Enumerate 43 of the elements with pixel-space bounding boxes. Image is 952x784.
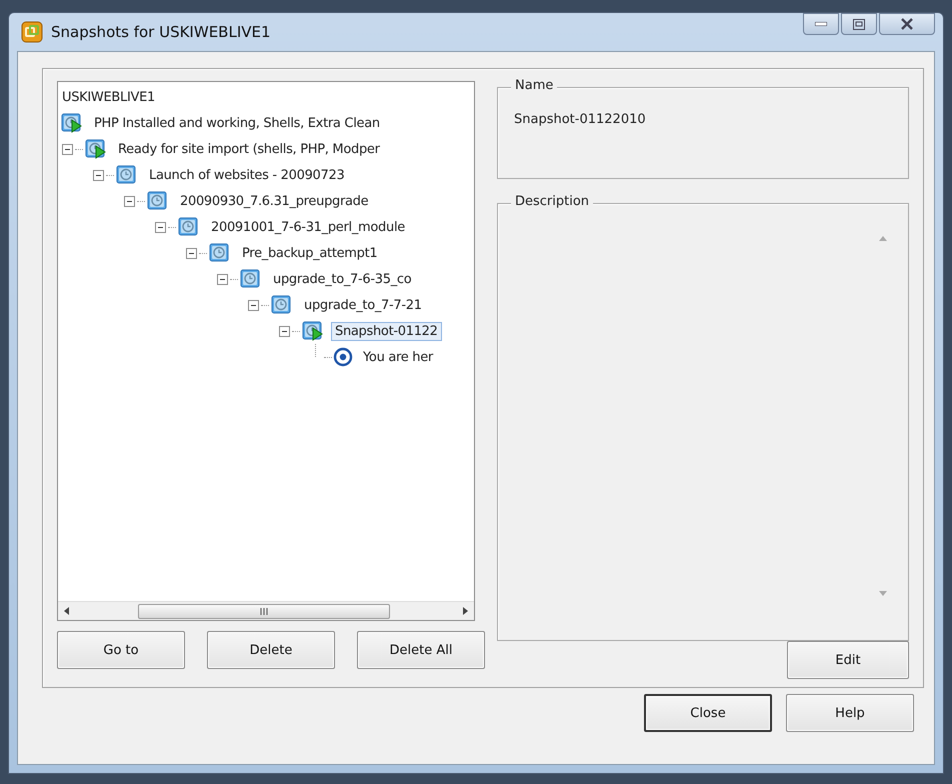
grip-icon [260, 608, 268, 614]
minimize-icon [815, 22, 827, 26]
snapshot-name-value: Snapshot-01122010 [514, 111, 647, 127]
tree-item[interactable]: Pre_backup_attempt1 [238, 244, 382, 262]
snapshot-play-icon [60, 111, 84, 135]
app-icon [21, 21, 43, 43]
collapse-icon[interactable] [124, 196, 135, 206]
collapse-icon[interactable] [155, 222, 166, 232]
collapse-icon[interactable] [279, 326, 290, 336]
tree-item[interactable]: 20090930_7.6.31_preupgrade [176, 192, 372, 210]
tree-item[interactable]: You are her [359, 348, 437, 366]
help-button[interactable]: Help [786, 694, 914, 732]
collapse-icon[interactable] [217, 274, 228, 284]
tree-item[interactable]: Snapshot-01122 [331, 322, 442, 340]
tree-item[interactable]: upgrade_to_7-6-35_co [269, 270, 416, 288]
scrollbar-thumb[interactable] [138, 604, 390, 618]
group-label: Description [511, 194, 594, 209]
collapse-icon[interactable] [62, 144, 73, 154]
window-title: Snapshots for USKIWEBLIVE1 [51, 23, 272, 41]
tree-item[interactable]: 20091001_7-6-31_perl_module [207, 218, 409, 236]
tree-root-label[interactable]: USKIWEBLIVE1 [60, 86, 155, 110]
edit-button[interactable]: Edit [787, 641, 909, 679]
maximize-icon [853, 18, 865, 30]
tree-item[interactable]: upgrade_to_7-7-21 [300, 296, 426, 314]
tree-item[interactable]: Ready for site import (shells, PHP, Modper [114, 140, 384, 158]
target-icon [333, 347, 353, 367]
close-button[interactable] [879, 13, 935, 35]
tree-item[interactable]: PHP Installed and working, Shells, Extra Clean [90, 114, 384, 132]
snapshot-play-icon [301, 319, 325, 343]
collapse-icon[interactable] [186, 248, 197, 258]
snapshot-play-icon [84, 137, 108, 161]
collapse-icon[interactable] [93, 170, 104, 180]
close-dialog-button[interactable]: Close [644, 694, 772, 732]
delete-button[interactable]: Delete [207, 631, 335, 669]
delete-all-button[interactable]: Delete All [357, 631, 485, 669]
tree-item[interactable]: Launch of websites - 20090723 [145, 166, 348, 184]
collapse-icon[interactable] [248, 300, 259, 310]
goto-button[interactable]: Go to [57, 631, 185, 669]
maximize-button[interactable] [841, 13, 877, 35]
close-icon [901, 18, 913, 30]
minimize-button[interactable] [803, 13, 839, 35]
scroll-left-icon[interactable] [64, 607, 70, 615]
scroll-right-icon[interactable] [462, 607, 468, 615]
